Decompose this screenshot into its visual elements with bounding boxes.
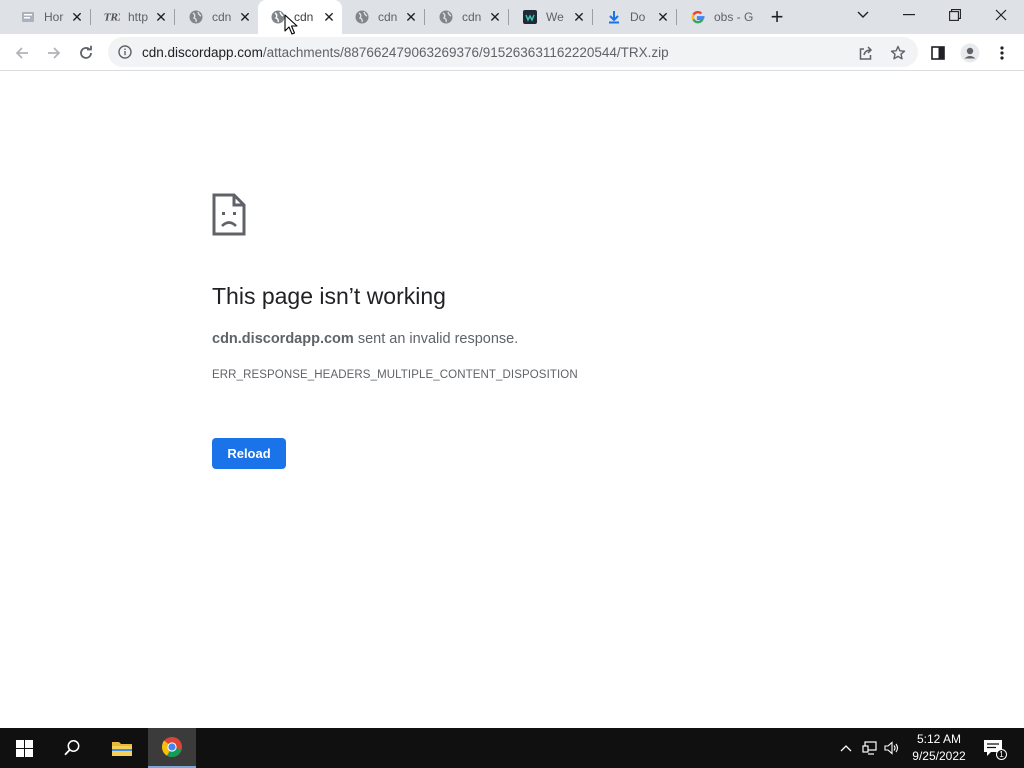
- close-icon[interactable]: ✕: [70, 10, 84, 24]
- volume-icon[interactable]: [884, 740, 900, 756]
- reload-button[interactable]: Reload: [212, 438, 286, 469]
- reload-icon[interactable]: [72, 39, 100, 67]
- forward-button[interactable]: [40, 39, 68, 67]
- tab-4-active[interactable]: cdn ✕: [258, 0, 342, 34]
- browser-toolbar: cdn.discordapp.com/attachments/887662479…: [0, 34, 1024, 71]
- tab-separator: [508, 9, 509, 25]
- tab-5[interactable]: cdn ✕: [342, 0, 425, 34]
- document-icon: [20, 9, 36, 25]
- chevron-up-icon[interactable]: [838, 740, 854, 756]
- app-icon: [522, 9, 538, 25]
- side-panel-icon[interactable]: [924, 39, 952, 67]
- tab-title: cdn: [212, 10, 232, 24]
- taskbar: 5:12 AM 9/25/2022 1: [0, 728, 1024, 768]
- tab-1[interactable]: Hor ✕: [8, 0, 91, 34]
- notification-count-badge: 1: [996, 749, 1007, 760]
- tab-title: http: [128, 10, 148, 24]
- tab-search-button[interactable]: [840, 0, 886, 30]
- clock-date: 9/25/2022: [912, 749, 966, 763]
- trx-icon: TRX: [104, 9, 120, 25]
- minimize-button[interactable]: [886, 0, 932, 30]
- tab-6[interactable]: cdn ✕: [426, 0, 509, 34]
- notification-center-icon[interactable]: 1: [983, 739, 1007, 760]
- error-host: cdn.discordapp.com: [212, 331, 354, 347]
- svg-text:TRX: TRX: [104, 14, 120, 23]
- start-button[interactable]: [0, 728, 48, 768]
- share-icon[interactable]: [852, 39, 880, 67]
- tab-9[interactable]: obs - Gc: [678, 0, 760, 34]
- close-icon[interactable]: ✕: [488, 10, 502, 24]
- system-clock[interactable]: 5:12 AM 9/25/2022: [906, 731, 972, 765]
- close-icon[interactable]: ✕: [404, 10, 418, 24]
- tab-7[interactable]: We ✕: [510, 0, 593, 34]
- tab-separator: [90, 9, 91, 25]
- tab-8[interactable]: Do ✕: [594, 0, 677, 34]
- profile-avatar-icon[interactable]: [956, 39, 984, 67]
- new-tab-button[interactable]: +: [766, 6, 788, 28]
- tab-title: cdn: [378, 10, 398, 24]
- close-icon[interactable]: ✕: [572, 10, 586, 24]
- sad-page-icon: [212, 193, 246, 236]
- error-code: ERR_RESPONSE_HEADERS_MULTIPLE_CONTENT_DI…: [212, 369, 578, 381]
- download-icon: [606, 9, 622, 25]
- google-icon: [690, 9, 706, 25]
- chrome-taskbar-icon[interactable]: [148, 728, 196, 768]
- error-page: This page isn’t working cdn.discordapp.c…: [0, 14, 1024, 728]
- globe-icon: [188, 9, 204, 25]
- close-icon[interactable]: ✕: [154, 10, 168, 24]
- close-icon[interactable]: ✕: [238, 10, 252, 24]
- file-explorer-icon[interactable]: [98, 728, 146, 768]
- tab-strip: Hor ✕ TRX http ✕ cdn ✕ cdn ✕ cdn ✕: [0, 0, 1024, 34]
- tab-title: obs - Gc: [714, 10, 754, 24]
- tab-3[interactable]: cdn ✕: [176, 0, 258, 34]
- tab-title: Hor: [44, 10, 64, 24]
- globe-icon: [354, 9, 370, 25]
- tab-2[interactable]: TRX http ✕: [92, 0, 175, 34]
- globe-icon: [438, 9, 454, 25]
- url-host: cdn.discordapp.com: [142, 45, 263, 60]
- back-button[interactable]: [8, 39, 36, 67]
- url-text: cdn.discordapp.com/attachments/887662479…: [142, 45, 669, 60]
- tab-title: cdn: [462, 10, 482, 24]
- tab-separator: [174, 9, 175, 25]
- tab-title: Do: [630, 10, 646, 24]
- error-message: sent an invalid response.: [353, 331, 519, 347]
- search-icon[interactable]: [48, 728, 96, 768]
- error-title: This page isn’t working: [212, 283, 446, 309]
- close-icon[interactable]: ✕: [322, 10, 336, 24]
- mouse-cursor-icon: [284, 14, 298, 36]
- tab-separator: [676, 9, 677, 25]
- close-icon[interactable]: ✕: [656, 10, 670, 24]
- network-icon[interactable]: [862, 740, 878, 756]
- restore-button[interactable]: [932, 0, 978, 30]
- error-description: cdn.discordapp.com sent an invalid respo…: [212, 331, 518, 347]
- close-window-button[interactable]: [978, 0, 1024, 30]
- tab-title: We: [546, 10, 564, 24]
- clock-time: 5:12 AM: [916, 732, 962, 746]
- tab-separator: [424, 9, 425, 25]
- info-icon[interactable]: [118, 45, 132, 59]
- bookmark-star-icon[interactable]: [884, 39, 912, 67]
- tab-separator: [592, 9, 593, 25]
- menu-dots-icon[interactable]: [988, 39, 1016, 67]
- address-bar[interactable]: cdn.discordapp.com/attachments/887662479…: [108, 37, 918, 67]
- url-path: /attachments/887662479063269376/91526363…: [262, 45, 669, 60]
